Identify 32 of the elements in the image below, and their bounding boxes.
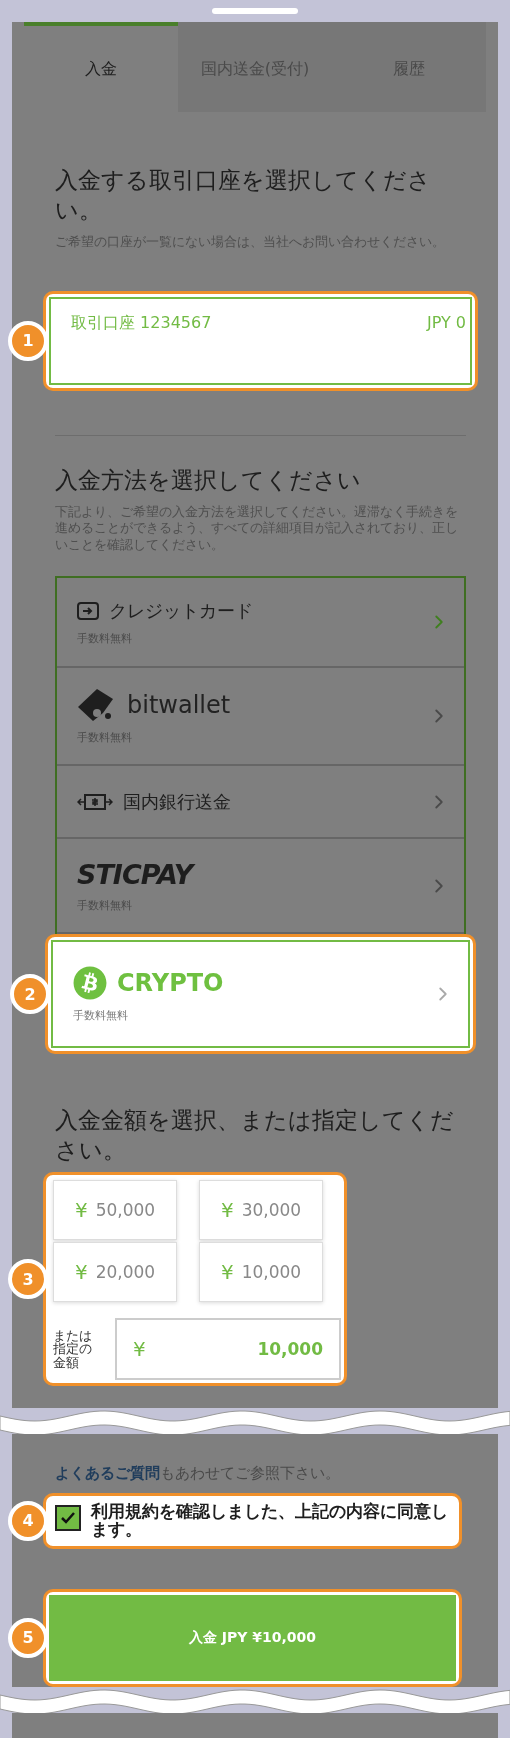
account-balance: JPY 0 [426,312,466,334]
payment-method-row[interactable]: CRYPTO 手数料無料 [51,940,470,1049]
checkmark-icon [61,1512,75,1524]
agreement-text: 利用規約を確認しました、上記の内容に同意します。 [91,1503,449,1539]
method-label: クレジットカード [109,598,253,623]
method-label: 国内銀行送金 [123,789,231,814]
handle-icon [212,8,298,14]
fee-label: 手数料無料 [73,1007,129,1023]
section-title: 入金方法を選択してください [55,465,362,495]
step-badge: 4 [8,1500,48,1541]
agree-checkbox[interactable] [55,1505,81,1531]
step-badge: 2 [10,974,50,1015]
method-logo: CRYPTO [117,968,224,997]
faq-link[interactable]: よくあるご質問 [55,1464,160,1482]
account-option[interactable]: 取引口座 1234567 JPY 0 [49,296,472,385]
account-name: 取引口座 1234567 [71,312,212,334]
deposit-button[interactable]: 入金 JPY ¥10,000 [49,1594,456,1681]
step-badge: 1 [8,320,48,361]
amount-option[interactable]: ¥ 30,000 [199,1180,323,1240]
amount-option[interactable]: ¥ 20,000 [53,1242,177,1302]
amount-option[interactable]: ¥ 50,000 [53,1180,177,1240]
section-title: 入金する取引口座を選択してください。 [55,166,432,225]
amount-field[interactable]: ¥ 10,000 [115,1318,341,1380]
method-logo: bitwallet [127,690,231,719]
section-title: 入金金額を選択、または指定してください。 [55,1106,455,1166]
money-transfer-icon [77,792,113,811]
step-badge: 5 [8,1617,48,1658]
amount-option[interactable]: ¥ 10,000 [199,1242,323,1302]
payment-method-row[interactable]: 国内銀行送金 [57,766,464,840]
bitcoin-icon [73,965,107,1000]
custom-amount-label: または指定の金額 [53,1328,93,1370]
step-badge: 3 [8,1259,48,1299]
